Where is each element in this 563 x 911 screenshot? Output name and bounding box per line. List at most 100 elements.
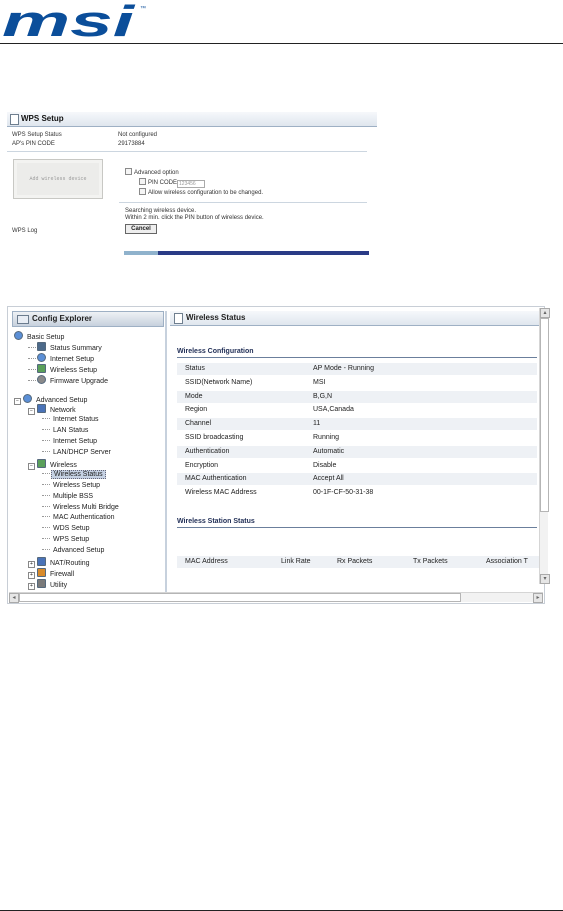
config-label: Authentication: [185, 447, 230, 455]
pin-code-option[interactable]: PIN CODE 123456: [139, 178, 206, 188]
horizontal-scrollbar[interactable]: ◂ ▸: [9, 592, 543, 603]
tree-connector: [42, 527, 50, 529]
config-label: SSID(Network Name): [185, 378, 253, 386]
config-value: USA,Canada: [313, 406, 354, 414]
pane-splitter[interactable]: [165, 311, 167, 597]
ap-pin-label: AP's PIN CODE: [12, 141, 55, 147]
advanced-option-checkbox[interactable]: [125, 168, 132, 175]
tree-item-wds-setup[interactable]: WDS Setup: [42, 524, 92, 534]
wps-setup-panel: WPS Setup WPS Setup Status Not configure…: [7, 112, 377, 262]
allow-change-checkbox[interactable]: [139, 188, 146, 195]
tree-item-label: Status Summary: [50, 344, 102, 352]
tree-connector: [42, 538, 50, 540]
scroll-down-icon[interactable]: ▾: [540, 574, 550, 584]
scroll-up-icon[interactable]: ▴: [540, 308, 550, 318]
station-col-mac: MAC Address: [185, 558, 228, 565]
config-row: SSID(Network Name) MSI: [177, 377, 537, 389]
config-label: Status: [185, 365, 205, 372]
add-wireless-device-button[interactable]: Add wireless device: [13, 159, 103, 199]
allow-change-label: Allow wireless configuration to be chang…: [148, 190, 264, 196]
vertical-scroll-thumb[interactable]: [540, 318, 549, 512]
station-table-header: MAC Address Link Rate Rx Packets Tx Pack…: [177, 556, 539, 568]
tree-connector: [42, 516, 50, 518]
tree-item-status-summary[interactable]: Status Summary: [28, 341, 104, 352]
tree-item-lan-status[interactable]: LAN Status: [42, 426, 90, 436]
wps-panel-title: WPS Setup: [21, 114, 64, 123]
globe-icon: [14, 331, 23, 340]
config-label: Region: [185, 406, 208, 414]
firewall-icon: [37, 567, 46, 577]
tree-item-internet-setup-2[interactable]: Internet Setup: [42, 437, 99, 447]
tree-item-label: Internet Setup: [50, 355, 94, 363]
tree-item-multiple-bss[interactable]: Multiple BSS: [42, 492, 95, 502]
tree-item-label: Utility: [50, 581, 68, 589]
expand-icon[interactable]: +: [28, 582, 35, 590]
section-rule: [177, 527, 537, 528]
tree-item-lan-dhcp-server[interactable]: LAN/DHCP Server: [42, 448, 113, 458]
pin-code-checkbox[interactable]: [139, 178, 146, 185]
tree-item-firewall[interactable]: + Firewall: [28, 567, 76, 579]
tree-item-advanced-setup-2[interactable]: Advanced Setup: [42, 546, 106, 556]
scroll-right-icon[interactable]: ▸: [533, 593, 543, 603]
network-icon: [37, 404, 46, 414]
tree-item-nat-routing[interactable]: + NAT/Routing: [28, 557, 92, 568]
tree-item-internet-status[interactable]: Internet Status: [42, 415, 101, 425]
horizontal-scroll-thumb[interactable]: [19, 593, 461, 602]
pin-code-label: PIN CODE: [148, 180, 178, 186]
msi-logo: msi ™: [2, 0, 146, 40]
tree-item-label: Network: [50, 407, 76, 415]
tree-item-wireless[interactable]: − Wireless: [28, 458, 79, 470]
tree-item-internet-setup[interactable]: Internet Setup: [28, 352, 96, 363]
tree-item-wireless-status[interactable]: Wireless Status: [42, 469, 106, 480]
tree-item-wireless-setup-2[interactable]: Wireless Setup: [42, 481, 102, 491]
tree-item-advanced-setup[interactable]: − Advanced Setup: [14, 393, 89, 405]
collapse-icon[interactable]: −: [28, 462, 35, 470]
wps-panel-header: WPS Setup: [7, 112, 377, 127]
tree-item-wps-setup[interactable]: WPS Setup: [42, 535, 91, 545]
tools-icon: [37, 578, 46, 588]
tree-item-label: Advanced Setup: [36, 396, 88, 404]
config-tree: Basic Setup Status Summary Internet Setup W…: [12, 331, 162, 593]
tree-connector: [42, 549, 50, 551]
tree-item-wireless-setup[interactable]: Wireless Setup: [28, 363, 99, 374]
tree-item-label: Multiple BSS: [53, 492, 94, 500]
config-explorer-title: Config Explorer: [32, 314, 93, 323]
tree-item-label: Basic Setup: [27, 334, 65, 341]
tree-connector: [28, 357, 36, 359]
tree-item-mac-authentication[interactable]: MAC Authentication: [42, 513, 116, 523]
wireless-icon: [37, 363, 46, 373]
station-col-link-rate: Link Rate: [281, 558, 311, 565]
tree-item-basic-setup[interactable]: Basic Setup: [14, 331, 66, 341]
wps-progress-lead: [124, 251, 159, 255]
document-icon: [10, 114, 19, 125]
scroll-left-icon[interactable]: ◂: [9, 593, 19, 603]
wireless-station-heading: Wireless Station Status: [177, 518, 255, 525]
instruction-text: Within 2 min. click the PIN button of wi…: [125, 215, 264, 221]
config-value: MSI: [313, 378, 326, 386]
tree-item-label: Internet Status: [53, 416, 99, 424]
tree-item-utility[interactable]: + Utility: [28, 578, 69, 590]
pin-code-input[interactable]: 123456: [177, 180, 206, 188]
collapse-icon[interactable]: −: [28, 408, 35, 416]
advanced-option-label: Advanced option: [134, 170, 179, 176]
tree-item-network[interactable]: − Network: [28, 404, 78, 416]
tree-connector: [28, 379, 36, 381]
advanced-option[interactable]: Advanced option: [125, 168, 179, 178]
collapse-icon[interactable]: −: [14, 397, 21, 405]
config-label: MAC Authentication: [185, 475, 247, 483]
gear-icon: [37, 374, 46, 384]
allow-change-option[interactable]: Allow wireless configuration to be chang…: [139, 188, 263, 198]
config-row: Status AP Mode - Running: [177, 363, 537, 375]
tree-item-wireless-multi-bridge[interactable]: Wireless Multi Bridge: [42, 503, 121, 513]
tree-item-label: LAN Status: [53, 427, 89, 435]
tree-item-label: NAT/Routing: [50, 560, 90, 567]
monitor-icon: [37, 341, 46, 351]
tree-connector: [28, 346, 36, 348]
section-rule: [177, 357, 537, 358]
cancel-button[interactable]: Cancel: [125, 224, 157, 234]
vertical-scrollbar[interactable]: ▴ ▾: [539, 308, 550, 584]
config-label: Mode: [185, 392, 203, 400]
tree-item-label: Wireless Setup: [53, 481, 101, 489]
config-explorer-header: Config Explorer: [12, 311, 164, 327]
tree-item-firmware-upgrade[interactable]: Firmware Upgrade: [28, 374, 110, 385]
